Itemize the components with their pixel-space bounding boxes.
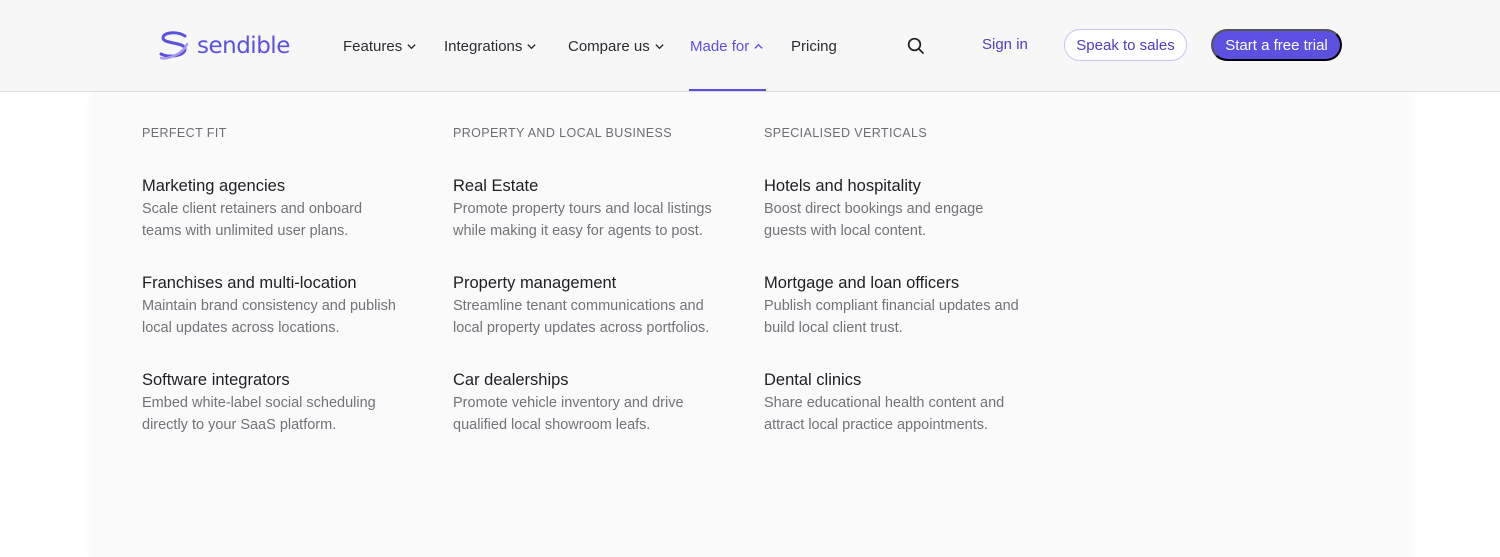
menu-item-title: Property management bbox=[453, 274, 617, 292]
search-icon bbox=[907, 37, 924, 54]
made-for-dropdown: PERFECT FIT Marketing agencies Scale cli… bbox=[93, 92, 1407, 557]
menu-item-real-estate[interactable]: Real Estate Promote property tours and l… bbox=[453, 175, 713, 242]
column-property-local-business: PROPERTY AND LOCAL BUSINESS Real Estate … bbox=[453, 126, 713, 466]
nav-features-label: Features bbox=[343, 37, 403, 55]
column-perfect-fit: PERFECT FIT Marketing agencies Scale cli… bbox=[142, 126, 402, 466]
menu-item-property-management[interactable]: Property management Streamline tenant co… bbox=[453, 272, 713, 339]
menu-item-software-integrators[interactable]: Software integrators Embed white-label s… bbox=[142, 369, 402, 436]
chevron-down-icon bbox=[527, 43, 537, 49]
chevron-down-icon bbox=[655, 43, 664, 49]
nav-made-for[interactable]: Made for bbox=[690, 36, 764, 56]
menu-item-description: Share educational health content and att… bbox=[764, 395, 1005, 433]
menu-item-description: Maintain brand consistency and publish l… bbox=[142, 298, 396, 336]
column-heading: PERFECT FIT bbox=[142, 126, 227, 140]
brand-name: sendible bbox=[197, 33, 290, 59]
active-nav-underline bbox=[689, 89, 766, 91]
sendible-logo-icon bbox=[159, 31, 189, 60]
sendible-logo[interactable]: sendible bbox=[157, 29, 290, 63]
menu-item-hotels-hospitality[interactable]: Hotels and hospitality Boost direct book… bbox=[764, 175, 1024, 242]
sign-in-link[interactable]: Sign in bbox=[982, 36, 1028, 53]
nav-integrations[interactable]: Integrations bbox=[444, 36, 537, 56]
menu-item-title: Mortgage and loan officers bbox=[764, 274, 960, 292]
menu-item-mortgage-loan-officers[interactable]: Mortgage and loan officers Publish compl… bbox=[764, 272, 1024, 339]
nav-made-for-label: Made for bbox=[690, 37, 750, 55]
menu-item-marketing-agencies[interactable]: Marketing agencies Scale client retainer… bbox=[142, 175, 402, 242]
column-heading: SPECIALISED VERTICALS bbox=[764, 126, 928, 140]
menu-item-description: Embed white-label social scheduling dire… bbox=[142, 395, 376, 433]
menu-item-description: Promote vehicle inventory and drive qual… bbox=[453, 395, 684, 433]
nav-pricing[interactable]: Pricing bbox=[791, 36, 837, 56]
menu-item-description: Streamline tenant communications and loc… bbox=[453, 298, 710, 336]
column-heading: PROPERTY AND LOCAL BUSINESS bbox=[453, 126, 672, 140]
menu-item-title: Hotels and hospitality bbox=[764, 177, 921, 195]
menu-item-title: Car dealerships bbox=[453, 371, 569, 389]
menu-item-title: Dental clinics bbox=[764, 371, 862, 389]
search-button[interactable] bbox=[906, 36, 926, 56]
menu-item-description: Scale client retainers and onboard teams… bbox=[142, 201, 363, 239]
nav-features[interactable]: Features bbox=[343, 36, 417, 56]
chevron-down-icon bbox=[407, 43, 416, 49]
speak-to-sales-button[interactable]: Speak to sales bbox=[1064, 29, 1187, 61]
nav-integrations-label: Integrations bbox=[444, 37, 523, 55]
start-free-trial-button[interactable]: Start a free trial bbox=[1211, 29, 1342, 61]
menu-item-description: Promote property tours and local listing… bbox=[453, 201, 712, 239]
chevron-up-icon bbox=[754, 43, 763, 49]
nav-compare-us[interactable]: Compare us bbox=[568, 36, 665, 56]
menu-item-title: Franchises and multi-location bbox=[142, 274, 357, 292]
menu-item-franchises[interactable]: Franchises and multi-location Maintain b… bbox=[142, 272, 402, 339]
top-navbar: sendible Features Integrations Compare u… bbox=[0, 0, 1500, 92]
menu-item-description: Boost direct bookings and engage guests … bbox=[764, 201, 984, 239]
nav-compare-us-label: Compare us bbox=[568, 37, 650, 55]
menu-item-title: Marketing agencies bbox=[142, 177, 286, 195]
menu-item-title: Real Estate bbox=[453, 177, 539, 195]
menu-item-dental-clinics[interactable]: Dental clinics Share educational health … bbox=[764, 369, 1024, 436]
menu-item-description: Publish compliant financial updates and … bbox=[764, 298, 1019, 336]
menu-item-title: Software integrators bbox=[142, 371, 290, 389]
nav-pricing-label: Pricing bbox=[791, 37, 837, 55]
column-specialised-verticals: SPECIALISED VERTICALS Hotels and hospita… bbox=[764, 126, 1024, 466]
menu-item-car-dealerships[interactable]: Car dealerships Promote vehicle inventor… bbox=[453, 369, 713, 436]
